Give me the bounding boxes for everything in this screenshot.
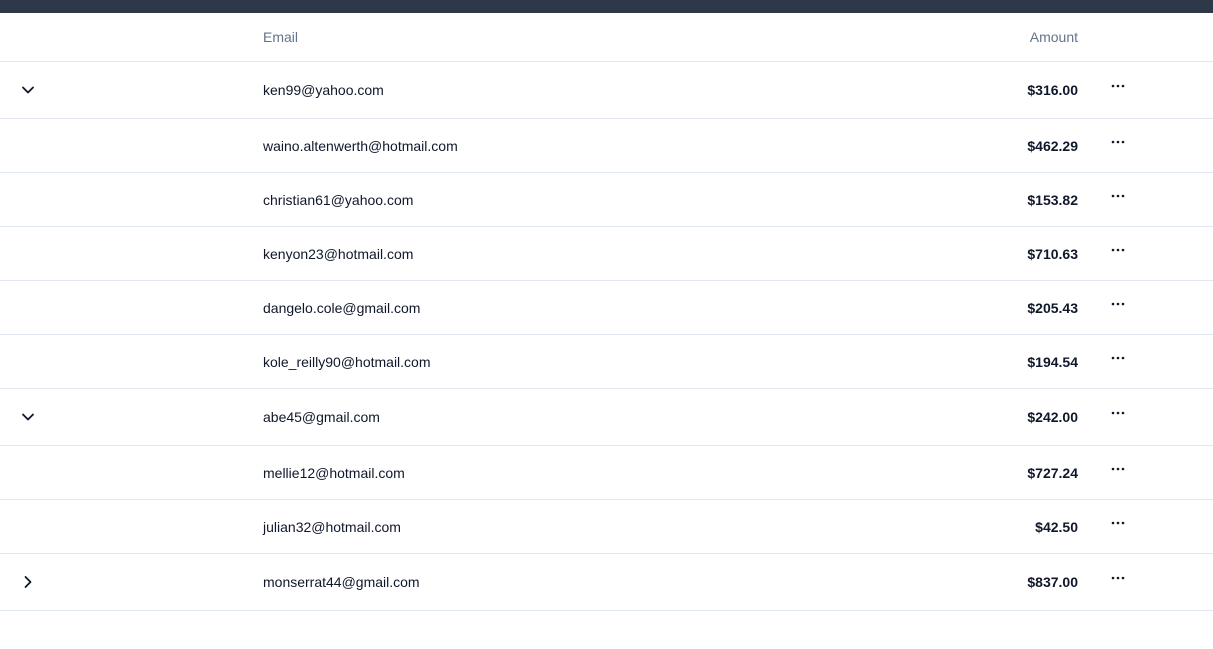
amount-cell: $316.00	[1027, 82, 1078, 98]
amount-cell: $710.63	[1027, 245, 1078, 262]
collapse-row-button[interactable]	[14, 389, 42, 445]
table-row: waino.altenwerth@hotmail.com $462.29	[0, 119, 1213, 173]
chevron-down-icon	[20, 82, 36, 98]
email-column-header[interactable]: Email	[263, 13, 298, 61]
data-table: Email Amount ken99@yahoo.com $316.00 waino…	[0, 13, 1213, 611]
table-row: christian61@yahoo.com $153.82	[0, 173, 1213, 227]
email-cell: ken99@yahoo.com	[263, 82, 384, 98]
table-row: kenyon23@hotmail.com $710.63	[0, 227, 1213, 281]
table-row: julian32@hotmail.com $42.50	[0, 500, 1213, 554]
email-cell: kole_reilly90@hotmail.com	[263, 353, 431, 370]
amount-cell: $242.00	[1027, 409, 1078, 425]
amount-cell: $462.29	[1027, 137, 1078, 154]
email-cell: waino.altenwerth@hotmail.com	[263, 137, 458, 154]
row-actions-button[interactable]	[1104, 169, 1132, 222]
table-header-row: Email Amount	[0, 13, 1213, 62]
chevron-down-icon	[20, 409, 36, 425]
row-actions-button[interactable]	[1104, 550, 1132, 606]
table-body: ken99@yahoo.com $316.00 waino.altenwerth@h…	[0, 62, 1213, 611]
row-actions-button[interactable]	[1104, 385, 1132, 441]
amount-cell: $194.54	[1027, 353, 1078, 370]
more-horizontal-icon	[1111, 575, 1125, 581]
collapse-row-button[interactable]	[14, 62, 42, 118]
row-actions-button[interactable]	[1104, 331, 1132, 384]
more-horizontal-icon	[1111, 520, 1125, 526]
table-row: dangelo.cole@gmail.com $205.43	[0, 281, 1213, 335]
row-actions-button[interactable]	[1104, 115, 1132, 168]
amount-cell: $205.43	[1027, 299, 1078, 316]
email-cell: julian32@hotmail.com	[263, 518, 401, 535]
more-horizontal-icon	[1111, 193, 1125, 199]
top-bar	[0, 0, 1213, 13]
table-row-group: ken99@yahoo.com $316.00	[0, 62, 1213, 119]
row-actions-button[interactable]	[1104, 442, 1132, 495]
email-cell: dangelo.cole@gmail.com	[263, 299, 421, 316]
amount-column-header[interactable]: Amount	[1030, 13, 1078, 61]
email-cell: mellie12@hotmail.com	[263, 464, 405, 481]
row-actions-button[interactable]	[1104, 223, 1132, 276]
expand-row-button[interactable]	[14, 554, 42, 610]
table-row: mellie12@hotmail.com $727.24	[0, 446, 1213, 500]
email-cell: kenyon23@hotmail.com	[263, 245, 414, 262]
more-horizontal-icon	[1111, 83, 1125, 89]
chevron-right-icon	[20, 574, 36, 590]
more-horizontal-icon	[1111, 410, 1125, 416]
row-actions-button[interactable]	[1104, 58, 1132, 114]
amount-cell: $42.50	[1035, 518, 1078, 535]
table-row-group: monserrat44@gmail.com $837.00	[0, 554, 1213, 611]
more-horizontal-icon	[1111, 466, 1125, 472]
email-cell: monserrat44@gmail.com	[263, 574, 420, 590]
more-horizontal-icon	[1111, 247, 1125, 253]
table-row: kole_reilly90@hotmail.com $194.54	[0, 335, 1213, 389]
email-cell: abe45@gmail.com	[263, 409, 380, 425]
amount-cell: $153.82	[1027, 191, 1078, 208]
row-actions-button[interactable]	[1104, 277, 1132, 330]
email-cell: christian61@yahoo.com	[263, 191, 414, 208]
more-horizontal-icon	[1111, 301, 1125, 307]
table-row-group: abe45@gmail.com $242.00	[0, 389, 1213, 446]
more-horizontal-icon	[1111, 139, 1125, 145]
row-actions-button[interactable]	[1104, 496, 1132, 549]
amount-cell: $727.24	[1027, 464, 1078, 481]
amount-cell: $837.00	[1027, 574, 1078, 590]
more-horizontal-icon	[1111, 355, 1125, 361]
